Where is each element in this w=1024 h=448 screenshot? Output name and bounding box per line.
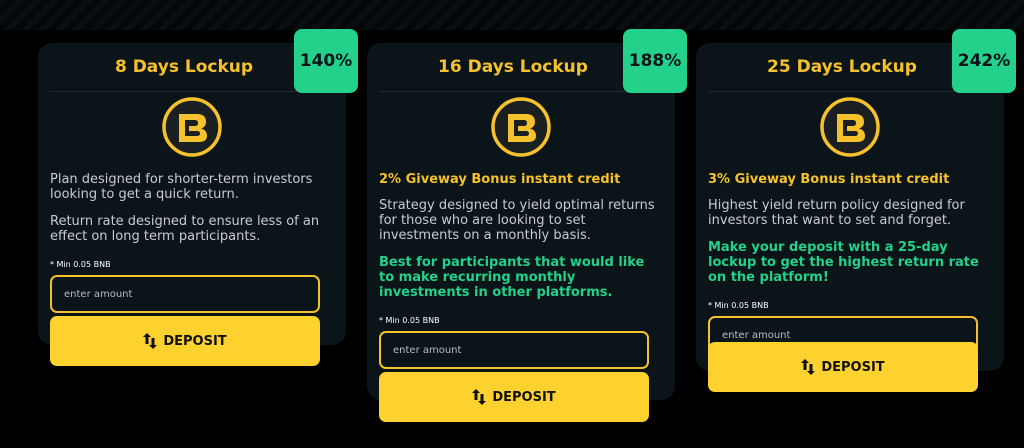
plan-title: 8 Days Lockup [114, 57, 254, 77]
card-header: 16 Days Lockup [379, 43, 663, 92]
background-pattern [0, 0, 1024, 30]
swap-arrows-icon [143, 333, 158, 349]
bonus-text: 2% Giveway Bonus instant credit [379, 172, 621, 187]
min-amount-label: * Min 0.05 BNB [708, 301, 769, 310]
swap-arrows-icon [472, 389, 487, 405]
plan-highlight: Best for participants that would like to… [379, 255, 645, 300]
rate-badge: 242% [952, 29, 1016, 93]
plan-description: Highest yield return policy designed for… [708, 198, 965, 228]
deposit-label: DEPOSIT [163, 333, 227, 349]
card-header: 25 Days Lockup [708, 43, 992, 92]
plan-highlight: Make your deposit with a 25-day lockup t… [708, 240, 979, 285]
plan-title: 16 Days Lockup [438, 57, 588, 77]
deposit-label: DEPOSIT [821, 359, 885, 375]
plan-card-25-days: 242% 25 Days Lockup 3% Giveway Bonus ins… [696, 29, 1016, 392]
card-header: 8 Days Lockup [50, 43, 334, 92]
rate-badge: 140% [294, 29, 358, 93]
plan-description-secondary: Return rate designed to ensure less of a… [50, 214, 320, 244]
swap-arrows-icon [801, 359, 816, 375]
amount-input[interactable] [50, 275, 320, 313]
deposit-button[interactable]: DEPOSIT [708, 342, 978, 392]
bonus-text: 3% Giveway Bonus instant credit [708, 172, 950, 187]
rb-logo-icon [820, 97, 880, 157]
plan-card-16-days: 188% 16 Days Lockup 2% Giveway Bonus ins… [367, 29, 687, 422]
deposit-button[interactable]: DEPOSIT [379, 372, 649, 422]
rate-badge: 188% [623, 29, 687, 93]
amount-input[interactable] [379, 331, 649, 369]
rb-logo-icon [162, 97, 222, 157]
rb-logo-icon [491, 97, 551, 157]
plan-description: Strategy designed to yield optimal retur… [379, 198, 655, 243]
min-amount-label: * Min 0.05 BNB [379, 316, 440, 325]
plan-description: Plan designed for shorter-term investors… [50, 172, 313, 202]
min-amount-label: * Min 0.05 BNB [50, 260, 111, 269]
plan-card-8-days: 140% 8 Days Lockup Plan designed for sho… [38, 29, 358, 366]
plan-title: 25 Days Lockup [767, 57, 917, 77]
deposit-button[interactable]: DEPOSIT [50, 316, 320, 366]
deposit-label: DEPOSIT [492, 389, 556, 405]
